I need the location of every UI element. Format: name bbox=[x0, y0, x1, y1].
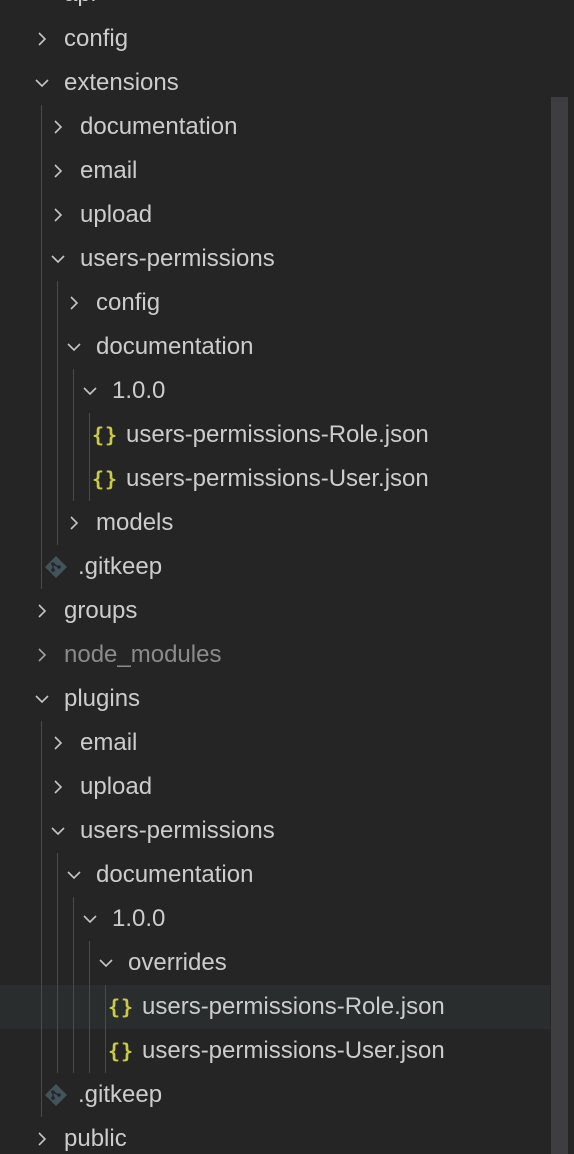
chevron-right-icon bbox=[50, 203, 66, 227]
chevron-right-icon bbox=[66, 511, 82, 535]
tree-item-user-json[interactable]: {} users-permissions-User.json bbox=[0, 457, 574, 501]
file-explorer-tree[interactable]: api config extensions documentation emai… bbox=[0, 0, 574, 1154]
tree-item-version-1-0-0[interactable]: 1.0.0 bbox=[0, 897, 574, 941]
git-file-icon bbox=[44, 555, 70, 579]
json-file-icon: {} bbox=[108, 1039, 135, 1063]
tree-item-users-permissions[interactable]: users-permissions bbox=[0, 809, 574, 853]
tree-item-label: users-permissions bbox=[80, 817, 275, 844]
tree-item-label: config bbox=[96, 289, 161, 316]
chevron-right-icon bbox=[66, 291, 82, 315]
tree-item-upload[interactable]: upload bbox=[0, 193, 574, 237]
chevron-right-icon bbox=[34, 27, 50, 51]
tree-item-label: documentation bbox=[96, 333, 254, 360]
tree-item-documentation[interactable]: documentation bbox=[0, 853, 574, 897]
tree-item-config[interactable]: config bbox=[0, 17, 574, 61]
json-file-icon: {} bbox=[92, 467, 119, 491]
tree-item-user-json[interactable]: {} users-permissions-User.json bbox=[0, 1029, 574, 1073]
tree-item-label: users-permissions-User.json bbox=[142, 1037, 445, 1064]
tree-item-label: config bbox=[64, 25, 129, 52]
indent-guide bbox=[57, 853, 58, 1073]
tree-item-public[interactable]: public bbox=[0, 1117, 574, 1154]
tree-item-users-permissions[interactable]: users-permissions bbox=[0, 237, 574, 281]
tree-item-label: users-permissions-Role.json bbox=[126, 421, 429, 448]
tree-item-documentation[interactable]: documentation bbox=[0, 325, 574, 369]
tree-item-api[interactable]: api bbox=[0, 0, 574, 16]
chevron-down-icon bbox=[98, 951, 114, 975]
tree-item-gitkeep[interactable]: .gitkeep bbox=[0, 545, 574, 589]
tree-item-role-json[interactable]: {} users-permissions-Role.json bbox=[0, 413, 574, 457]
json-file-icon: {} bbox=[92, 423, 119, 447]
tree-item-extensions[interactable]: extensions bbox=[0, 61, 574, 105]
tree-item-label: email bbox=[80, 729, 138, 756]
indent-guide bbox=[41, 105, 42, 589]
tree-item-email[interactable]: email bbox=[0, 149, 574, 193]
indent-guide bbox=[105, 985, 106, 1073]
indent-guide bbox=[73, 369, 74, 501]
tree-item-label: documentation bbox=[80, 113, 238, 140]
tree-item-plugins[interactable]: plugins bbox=[0, 677, 574, 721]
chevron-down-icon bbox=[34, 687, 50, 711]
git-file-icon bbox=[44, 1083, 70, 1107]
tree-item-label: models bbox=[96, 509, 174, 536]
chevron-down-icon bbox=[34, 71, 50, 95]
chevron-down-icon bbox=[66, 335, 82, 359]
chevron-right-icon bbox=[50, 159, 66, 183]
indent-guide bbox=[41, 721, 42, 1117]
chevron-right-icon bbox=[34, 599, 50, 623]
tree-item-models[interactable]: models bbox=[0, 501, 574, 545]
tree-item-label: upload bbox=[80, 201, 153, 228]
indent-guide bbox=[89, 941, 90, 1073]
chevron-down-icon bbox=[82, 907, 98, 931]
tree-item-groups[interactable]: groups bbox=[0, 589, 574, 633]
chevron-down-icon bbox=[50, 819, 66, 843]
chevron-down-icon bbox=[50, 247, 66, 271]
tree-item-label: users-permissions-User.json bbox=[126, 465, 429, 492]
tree-item-label: plugins bbox=[64, 685, 141, 712]
tree-item-label: 1.0.0 bbox=[112, 377, 166, 404]
tree-item-email[interactable]: email bbox=[0, 721, 574, 765]
tree-item-node-modules[interactable]: node_modules bbox=[0, 633, 574, 677]
tree-item-label: users-permissions bbox=[80, 245, 275, 272]
chevron-right-icon bbox=[34, 1127, 50, 1151]
tree-item-label: public bbox=[64, 1125, 127, 1152]
tree-item-label: api bbox=[64, 0, 96, 8]
tree-item-role-json[interactable]: {} users-permissions-Role.json bbox=[0, 985, 574, 1029]
tree-item-label: extensions bbox=[64, 69, 179, 96]
indent-guide bbox=[57, 281, 58, 545]
chevron-right-icon bbox=[34, 643, 50, 667]
tree-item-overrides[interactable]: overrides bbox=[0, 941, 574, 985]
chevron-down-icon bbox=[82, 379, 98, 403]
tree-item-documentation[interactable]: documentation bbox=[0, 105, 574, 149]
tree-item-label: .gitkeep bbox=[78, 553, 163, 580]
scrollbar-thumb[interactable] bbox=[551, 97, 568, 1154]
tree-item-label: .gitkeep bbox=[78, 1081, 163, 1108]
chevron-right-icon bbox=[50, 775, 66, 799]
chevron-down-icon bbox=[34, 0, 50, 6]
tree-item-gitkeep[interactable]: .gitkeep bbox=[0, 1073, 574, 1117]
tree-item-version-1-0-0[interactable]: 1.0.0 bbox=[0, 369, 574, 413]
tree-item-config[interactable]: config bbox=[0, 281, 574, 325]
json-file-icon: {} bbox=[108, 995, 135, 1019]
tree-item-label: groups bbox=[64, 597, 138, 624]
chevron-right-icon bbox=[50, 731, 66, 755]
tree-item-label: node_modules bbox=[64, 641, 222, 668]
tree-item-label: documentation bbox=[96, 861, 254, 888]
tree-item-label: upload bbox=[80, 773, 153, 800]
chevron-down-icon bbox=[66, 863, 82, 887]
tree-item-upload[interactable]: upload bbox=[0, 765, 574, 809]
indent-guide bbox=[89, 413, 90, 501]
tree-item-label: overrides bbox=[128, 949, 227, 976]
tree-item-label: email bbox=[80, 157, 138, 184]
indent-guide bbox=[73, 897, 74, 1073]
tree-item-label: users-permissions-Role.json bbox=[142, 993, 445, 1020]
tree-item-label: 1.0.0 bbox=[112, 905, 166, 932]
chevron-right-icon bbox=[50, 115, 66, 139]
